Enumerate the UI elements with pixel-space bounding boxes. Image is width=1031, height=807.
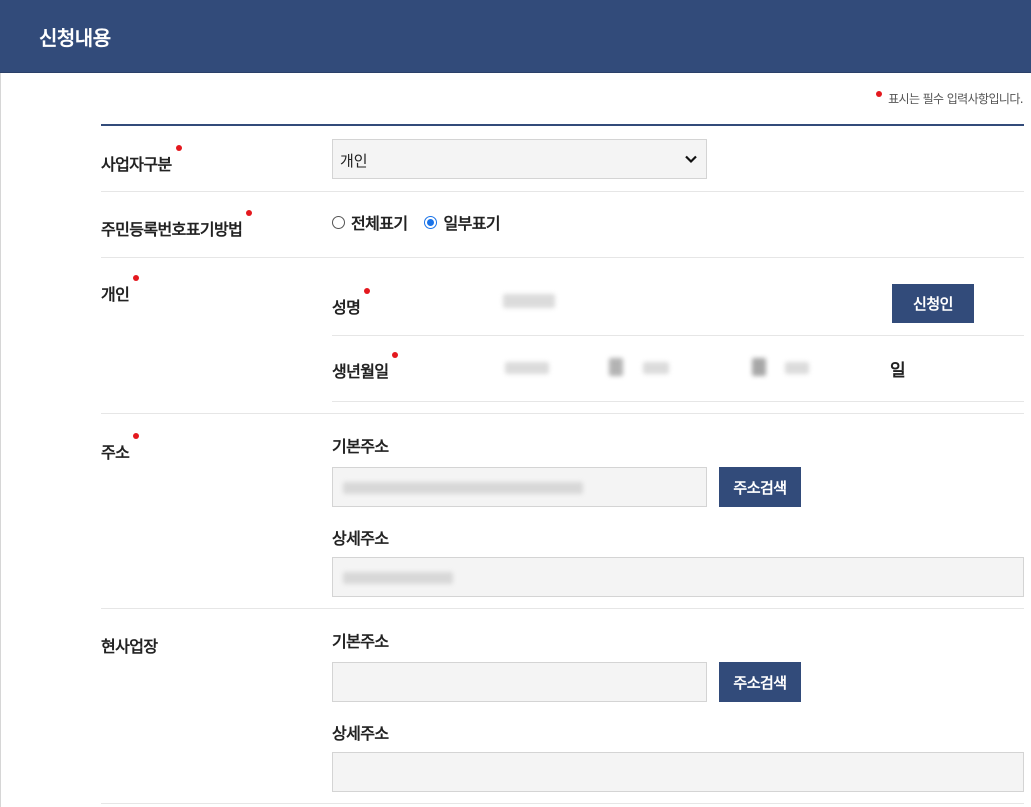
birth-label: 생년월일 [332,352,399,382]
birth-day-redacted [785,362,809,374]
required-dot-icon [876,91,883,97]
row-divider [101,803,1024,804]
applicant-button[interactable]: 신청인 [892,284,974,323]
business-type-label-text: 사업자구분 [101,155,172,174]
birth-month-suffix-redacted [752,358,766,376]
address-label: 주소 [101,433,140,463]
workplace-detail-label: 상세주소 [332,724,389,743]
page-header: 신청내용 [0,0,1031,73]
radio-full-display[interactable]: 전체표기 [332,210,408,234]
id-display-label-text: 주민등록번호표기방법 [101,220,243,239]
address-label-text: 주소 [101,443,130,462]
required-note-text: 표시는 필수 입력사항입니다. [888,92,1024,106]
address-basic-label: 기본주소 [332,437,389,456]
required-dot-icon [392,352,399,358]
id-display-label: 주민등록번호표기방법 [101,210,253,240]
individual-label: 개인 [101,275,140,305]
birth-year-suffix-redacted [609,358,623,376]
day-suffix: 일 [890,361,906,381]
required-dot-icon [133,275,140,281]
row-divider [101,608,1024,609]
subrow-divider [332,335,1024,336]
name-value-redacted [503,294,555,308]
business-type-selected: 개인 [340,152,368,170]
address-detail-value-redacted [343,572,453,584]
required-dot-icon [133,433,140,439]
row-divider [101,257,1024,258]
radio-circle-icon[interactable] [332,215,345,229]
page-title: 신청내용 [39,26,111,50]
birth-year-redacted [505,362,549,374]
name-label-text: 성명 [332,298,361,317]
workplace-basic-label: 기본주소 [332,632,389,651]
business-type-label: 사업자구분 [101,145,182,175]
radio-partial-display[interactable]: 일부표기 [424,210,501,234]
row-divider [101,413,1024,414]
radio-partial-display-label: 일부표기 [443,214,500,233]
workplace-basic-input[interactable] [332,662,707,702]
chevron-down-icon [685,155,697,164]
workplace-label: 현사업장 [101,637,158,656]
individual-label-text: 개인 [101,285,130,304]
required-dot-icon [246,210,253,216]
radio-circle-selected-icon[interactable] [424,215,438,229]
required-dot-icon [175,145,182,151]
birth-label-text: 생년월일 [332,362,389,381]
address-basic-value-redacted [343,482,583,494]
subrow-divider [332,401,1024,402]
form-top-border [101,124,1024,126]
id-display-radio-group: 전체표기 일부표기 [332,210,512,234]
content-left-border [0,73,1,807]
required-note: 표시는 필수 입력사항입니다. [876,90,1024,107]
business-type-select[interactable]: 개인 [332,139,707,179]
radio-full-display-label: 전체표기 [351,214,408,233]
address-search-button[interactable]: 주소검색 [719,467,801,507]
workplace-detail-input[interactable] [332,752,1024,792]
address-detail-input[interactable] [332,557,1024,597]
birth-month-redacted [643,362,669,374]
address-detail-label: 상세주소 [332,529,389,548]
name-label: 성명 [332,288,371,318]
workplace-search-button[interactable]: 주소검색 [719,662,801,702]
address-basic-input[interactable] [332,467,707,507]
row-divider [101,191,1024,192]
required-dot-icon [364,288,371,294]
